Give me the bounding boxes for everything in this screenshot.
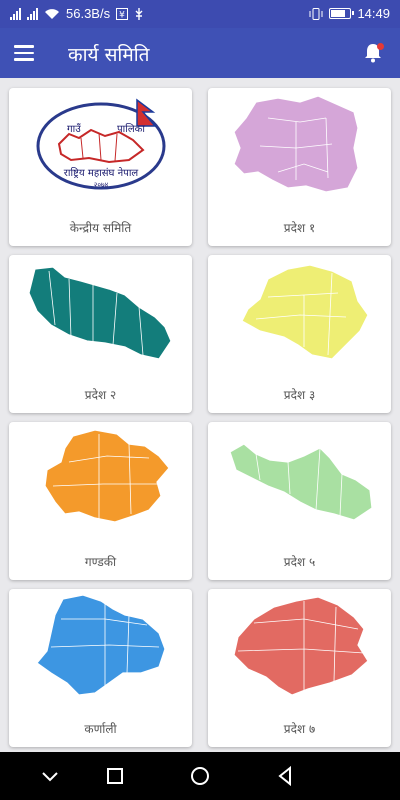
province-1-map [208,88,391,213]
hamburger-menu-icon[interactable] [14,40,40,66]
card-province-1[interactable]: प्रदेश १ [208,88,391,246]
system-nav-bar [0,752,400,800]
card-label: प्रदेश ७ [283,722,316,736]
page-title: कार्य समिति [68,44,150,66]
home-circle-icon[interactable] [188,764,212,788]
card-province-7[interactable]: प्रदेश ७ [208,589,391,747]
gandaki-map [9,422,192,547]
signal-icon [10,7,21,20]
card-province-2[interactable]: प्रदेश २ [9,255,192,413]
karnali-map [9,589,192,714]
battery-icon [329,8,355,19]
province-3-map [208,255,391,380]
back-triangle-icon[interactable] [273,764,297,788]
logo-text-top-right: पालिका [117,123,145,135]
card-karnali[interactable]: कर्णाली [9,589,192,747]
logo-image: गाउँ पालिका राष्ट्रिय महासंघ नेपाल २०७४ [9,88,192,213]
chevron-down-icon[interactable] [38,764,62,788]
province-2-map [9,255,192,380]
card-label: प्रदेश ३ [283,388,316,402]
logo-text-bottom: राष्ट्रिय महासंघ नेपाल [64,167,139,179]
bell-icon[interactable] [360,40,386,66]
card-gandaki[interactable]: गण्डकी [9,422,192,580]
clock: 14:49 [357,6,390,21]
card-province-3[interactable]: प्रदेश ३ [208,255,391,413]
status-bar: 56.3B/s ¥ 14:49 [0,0,400,28]
signal-icon-2 [27,7,38,20]
network-speed: 56.3B/s [66,6,111,21]
logo-text-year: २०७४ [94,181,109,189]
card-label: प्रदेश २ [84,388,117,402]
province-7-map [208,589,391,714]
notification-dot [377,43,384,50]
card-label: प्रदेश १ [283,221,316,235]
province-5-map [208,422,391,547]
app-bar: कार्य समिति [0,28,400,78]
card-label: गण्डकी [84,555,117,569]
recent-square-icon[interactable] [103,764,127,788]
card-label: कर्णाली [84,722,117,736]
card-central-committee[interactable]: गाउँ पालिका राष्ट्रिय महासंघ नेपाल २०७४ … [9,88,192,246]
card-label: केन्द्रीय समिति [69,221,132,235]
logo-text-top-left: गाउँ [67,123,81,135]
wifi-icon [45,8,59,19]
vibrate-icon [309,7,323,20]
card-label: प्रदेश ५ [283,555,316,569]
svg-text:¥: ¥ [119,10,125,20]
yen-icon: ¥ [116,7,129,20]
usb-icon [135,7,143,20]
card-province-5[interactable]: प्रदेश ५ [208,422,391,580]
